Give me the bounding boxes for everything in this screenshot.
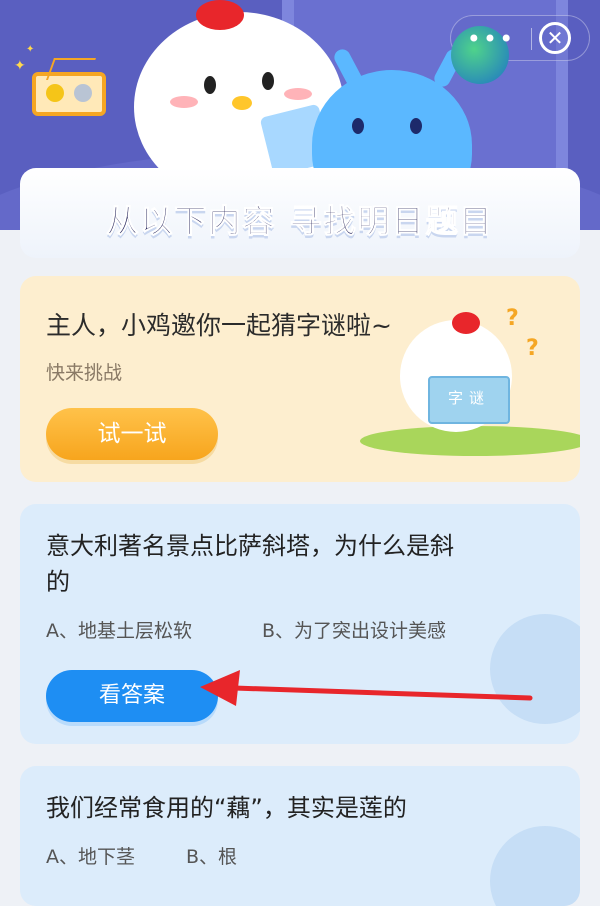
red-arrow-annotation bbox=[200, 670, 533, 706]
question-text: 我们经常食用的“藕”，其实是莲的 bbox=[46, 794, 407, 822]
ghost-mascot-icon bbox=[490, 826, 580, 906]
option-a: A、地下茎 bbox=[46, 846, 135, 868]
question-card: 我们经常食用的“藕”，其实是莲的 A、地下茎 B、根 bbox=[20, 766, 580, 906]
option-b: B、根 bbox=[186, 846, 238, 868]
